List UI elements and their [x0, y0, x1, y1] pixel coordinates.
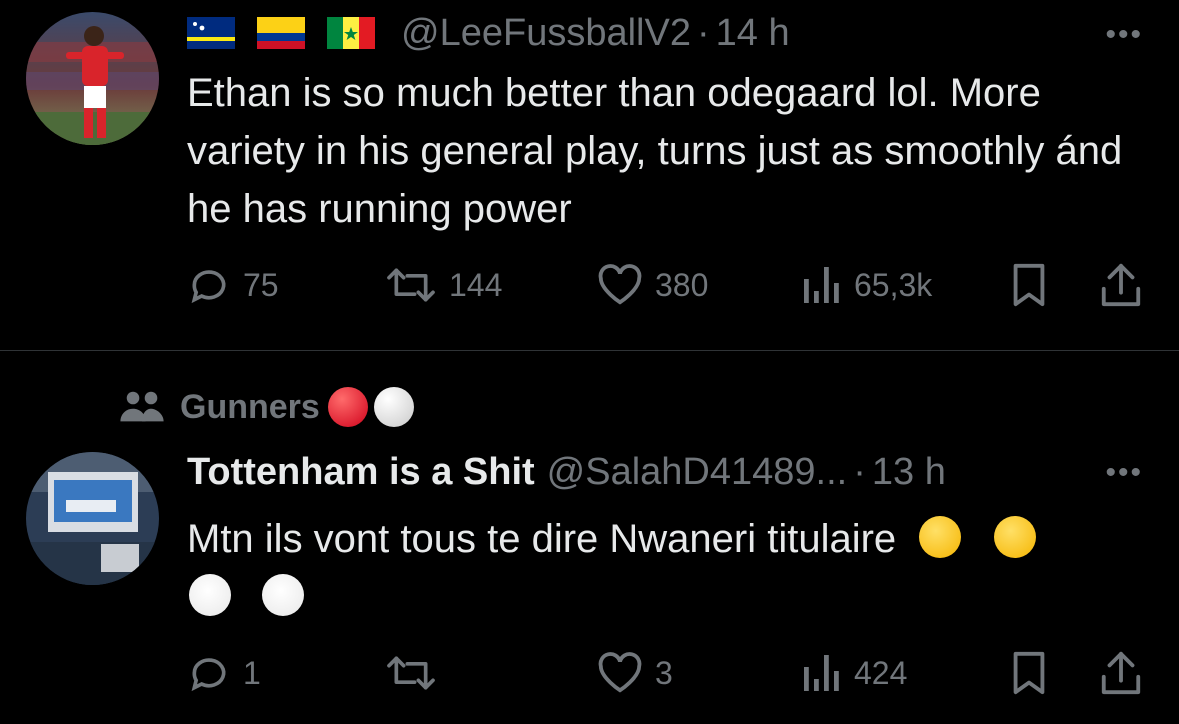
- tweet[interactable]: Gunners Tottenham is a Shit @SalahD41489…: [0, 352, 1179, 724]
- red-circle-emoji: [327, 387, 368, 427]
- community-name: Gunners: [180, 387, 320, 426]
- bookmark-icon: [1013, 651, 1045, 695]
- views-chart-icon: [804, 267, 839, 303]
- repost-button[interactable]: 144: [385, 260, 502, 310]
- avatar[interactable]: [26, 452, 159, 585]
- like-button[interactable]: 380: [597, 260, 708, 310]
- display-name[interactable]: Tottenham is a Shit: [187, 451, 535, 494]
- reply-button[interactable]: 1: [187, 648, 261, 698]
- senegal-flag: [327, 17, 375, 49]
- tweet-actions: 1 3 424: [187, 648, 1147, 698]
- more-options-button[interactable]: •••: [1105, 18, 1143, 52]
- bookmark-button[interactable]: [1009, 260, 1049, 310]
- tweet-text-block: Mtn ils vont tous te dire Nwaneri titula…: [187, 510, 1149, 626]
- repost-icon: [387, 268, 435, 302]
- share-icon: [1101, 651, 1141, 695]
- tweet-actions: 75 144 380 65,3k: [187, 260, 1147, 310]
- bookmark-icon: [1013, 263, 1045, 307]
- tweet-header: @LeeFussballV2 · 14 h: [187, 10, 1139, 56]
- views-button[interactable]: 65,3k: [802, 260, 932, 310]
- views-chart-icon: [804, 655, 839, 691]
- like-count: 380: [655, 266, 709, 303]
- share-button[interactable]: [1099, 260, 1143, 310]
- reply-count: 1: [243, 654, 261, 691]
- separator-dot: ·: [696, 11, 710, 54]
- timestamp[interactable]: 13 h: [872, 451, 946, 494]
- heart-icon: [598, 264, 642, 305]
- repost-icon: [387, 656, 435, 690]
- view-count: 65,3k: [854, 266, 933, 303]
- community-context[interactable]: Gunners: [120, 387, 414, 427]
- bookmark-button[interactable]: [1009, 648, 1049, 698]
- heart-icon: [598, 652, 642, 693]
- more-options-button[interactable]: •••: [1105, 456, 1143, 490]
- handle[interactable]: @SalahD41489...: [547, 451, 848, 494]
- views-button[interactable]: 424: [802, 648, 907, 698]
- community-icon: [120, 391, 164, 422]
- handle[interactable]: @LeeFussballV2: [401, 12, 691, 55]
- curacao-flag: [187, 17, 235, 49]
- separator-dot: ·: [853, 450, 866, 493]
- tweet-divider: [0, 350, 1179, 351]
- share-icon: [1101, 263, 1141, 307]
- reply-icon: [191, 270, 226, 304]
- like-count: 3: [655, 654, 673, 691]
- rolling-laughing-emoji: [994, 516, 1037, 558]
- clown-face-emoji: [189, 574, 231, 616]
- reply-count: 75: [243, 266, 279, 303]
- tweet-text: Mtn ils vont tous te dire Nwaneri titula…: [187, 517, 897, 561]
- avatar[interactable]: [26, 12, 159, 145]
- clown-face-emoji: [262, 574, 305, 616]
- tweet[interactable]: @LeeFussballV2 · 14 h ••• Ethan is so mu…: [0, 0, 1179, 350]
- view-count: 424: [854, 654, 908, 691]
- white-circle-emoji: [373, 387, 414, 427]
- timestamp[interactable]: 14 h: [716, 12, 790, 55]
- share-button[interactable]: [1099, 648, 1143, 698]
- reply-icon: [191, 658, 226, 692]
- like-button[interactable]: 3: [597, 648, 673, 698]
- repost-button[interactable]: [385, 648, 437, 698]
- tweet-text: Ethan is so much better than odegaard lo…: [187, 71, 1123, 231]
- rolling-laughing-emoji: [919, 516, 962, 558]
- reply-button[interactable]: 75: [187, 260, 279, 310]
- repost-count: 144: [449, 266, 503, 303]
- tweet-header: Tottenham is a Shit @SalahD41489... · 13…: [187, 448, 1139, 496]
- colombia-flag: [257, 17, 305, 49]
